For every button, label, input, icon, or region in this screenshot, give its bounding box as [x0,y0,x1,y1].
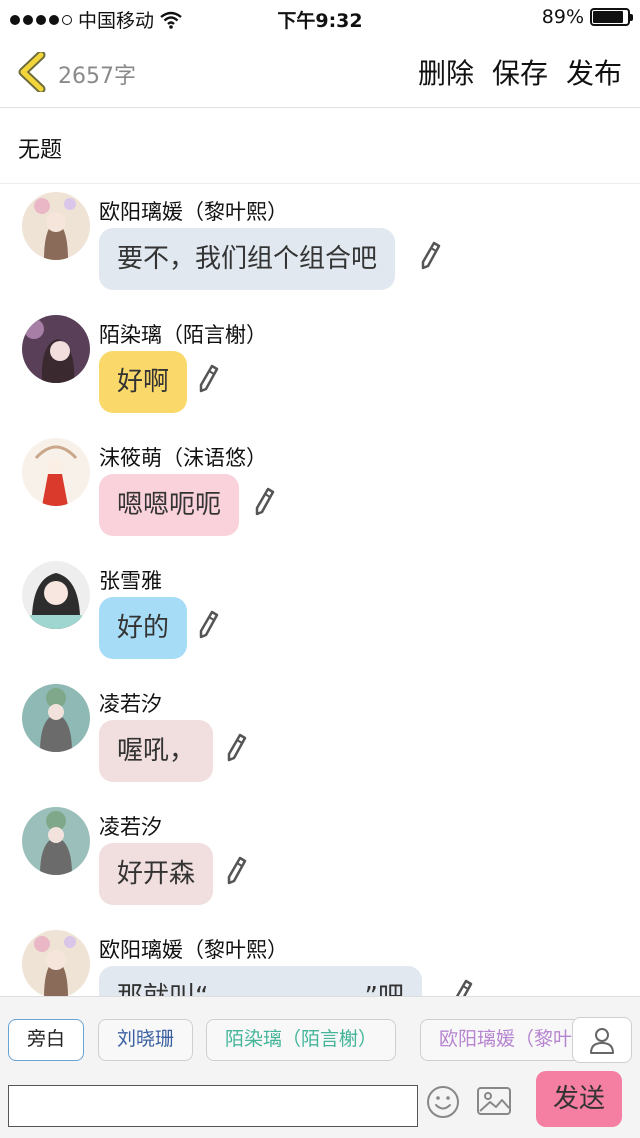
role-chip[interactable]: 陌染璃（陌言榭） [206,1019,397,1061]
sender-name: 欧阳璃媛（黎叶熙） [99,938,288,962]
message-bubble[interactable]: 好开森 [99,843,214,905]
pencil-icon[interactable] [198,363,220,393]
message-list[interactable]: 欧阳璃媛（黎叶熙） 要不，我们组个组合吧 陌染璃（陌言榭） 好啊 沫筱萌（沫语悠… [0,184,640,996]
message-item: 陌染璃（陌言榭） 好啊 [0,307,640,430]
pencil-icon[interactable] [452,978,474,996]
message-bubble[interactable]: 嗯嗯呃呃 [99,474,240,536]
sender-name: 欧阳璃媛（黎叶熙） [99,200,288,224]
sender-name: 凌若汐 [99,815,162,839]
back-button[interactable] [12,50,52,94]
battery-icon [590,8,633,26]
message-item: 凌若汐 喔吼， [0,676,640,799]
save-button[interactable]: 保存 [492,52,548,92]
status-right: 89% [541,6,633,28]
pencil-icon[interactable] [198,609,220,639]
message-item: 张雪雅 好的 [0,553,640,676]
message-item: 欧阳璃媛（黎叶熙） 那就叫“ ”吧 [0,922,640,996]
avatar[interactable] [22,807,90,875]
avatar[interactable] [22,192,90,260]
nav-bar: 2657字 删除 保存 发布 [0,36,640,108]
story-title[interactable]: 无题 [18,132,62,164]
role-chip[interactable]: 欧阳璃媛（黎叶熙） [420,1019,576,1061]
composer-panel: 旁白 刘晓珊 陌染璃（陌言榭） 欧阳璃媛（黎叶熙） 发送 [0,996,640,1138]
avatar[interactable] [22,315,90,383]
story-title-row[interactable]: 无题 [0,108,640,184]
message-item: 沫筱萌（沫语悠） 嗯嗯呃呃 [0,430,640,553]
message-bubble[interactable]: 那就叫“ ”吧 [99,966,422,996]
role-chip[interactable]: 刘晓珊 [98,1019,194,1061]
delete-button[interactable]: 删除 [418,52,474,92]
message-bubble[interactable]: 要不，我们组个组合吧 [99,228,396,290]
sender-name: 沫筱萌（沫语悠） [99,446,267,470]
publish-button[interactable]: 发布 [566,52,622,92]
avatar[interactable] [22,930,90,996]
pencil-icon[interactable] [226,732,248,762]
emoji-icon[interactable] [426,1085,460,1119]
message-item: 欧阳璃媛（黎叶熙） 要不，我们组个组合吧 [0,184,640,307]
pencil-icon[interactable] [254,486,276,516]
message-bubble[interactable]: 好的 [99,597,188,659]
pencil-icon[interactable] [226,855,248,885]
user-icon [590,1028,614,1054]
sender-name: 陌染璃（陌言榭） [99,323,267,347]
nav-actions: 删除 保存 发布 [418,52,622,92]
word-count: 2657字 [58,64,136,89]
send-button[interactable]: 发送 [536,1071,622,1127]
sender-name: 张雪雅 [99,569,162,593]
battery-percent: 89% [541,6,584,28]
chevron-left-icon [18,52,46,92]
image-icon[interactable] [476,1085,512,1117]
sender-name: 凌若汐 [99,692,162,716]
message-bubble[interactable]: 好啊 [99,351,188,413]
role-chip-narration[interactable]: 旁白 [8,1019,85,1061]
message-bubble[interactable]: 喔吼， [99,720,214,782]
manage-roles-button[interactable] [572,1017,632,1063]
avatar[interactable] [22,561,90,629]
message-item: 凌若汐 好开森 [0,799,640,922]
pencil-icon[interactable] [420,240,442,270]
status-bar: 中国移动 下午9:32 89% [0,0,640,36]
message-input[interactable] [8,1085,418,1127]
role-selector[interactable]: 旁白 刘晓珊 陌染璃（陌言榭） 欧阳璃媛（黎叶熙） [8,1019,576,1063]
avatar[interactable] [22,684,90,752]
avatar[interactable] [22,438,90,506]
